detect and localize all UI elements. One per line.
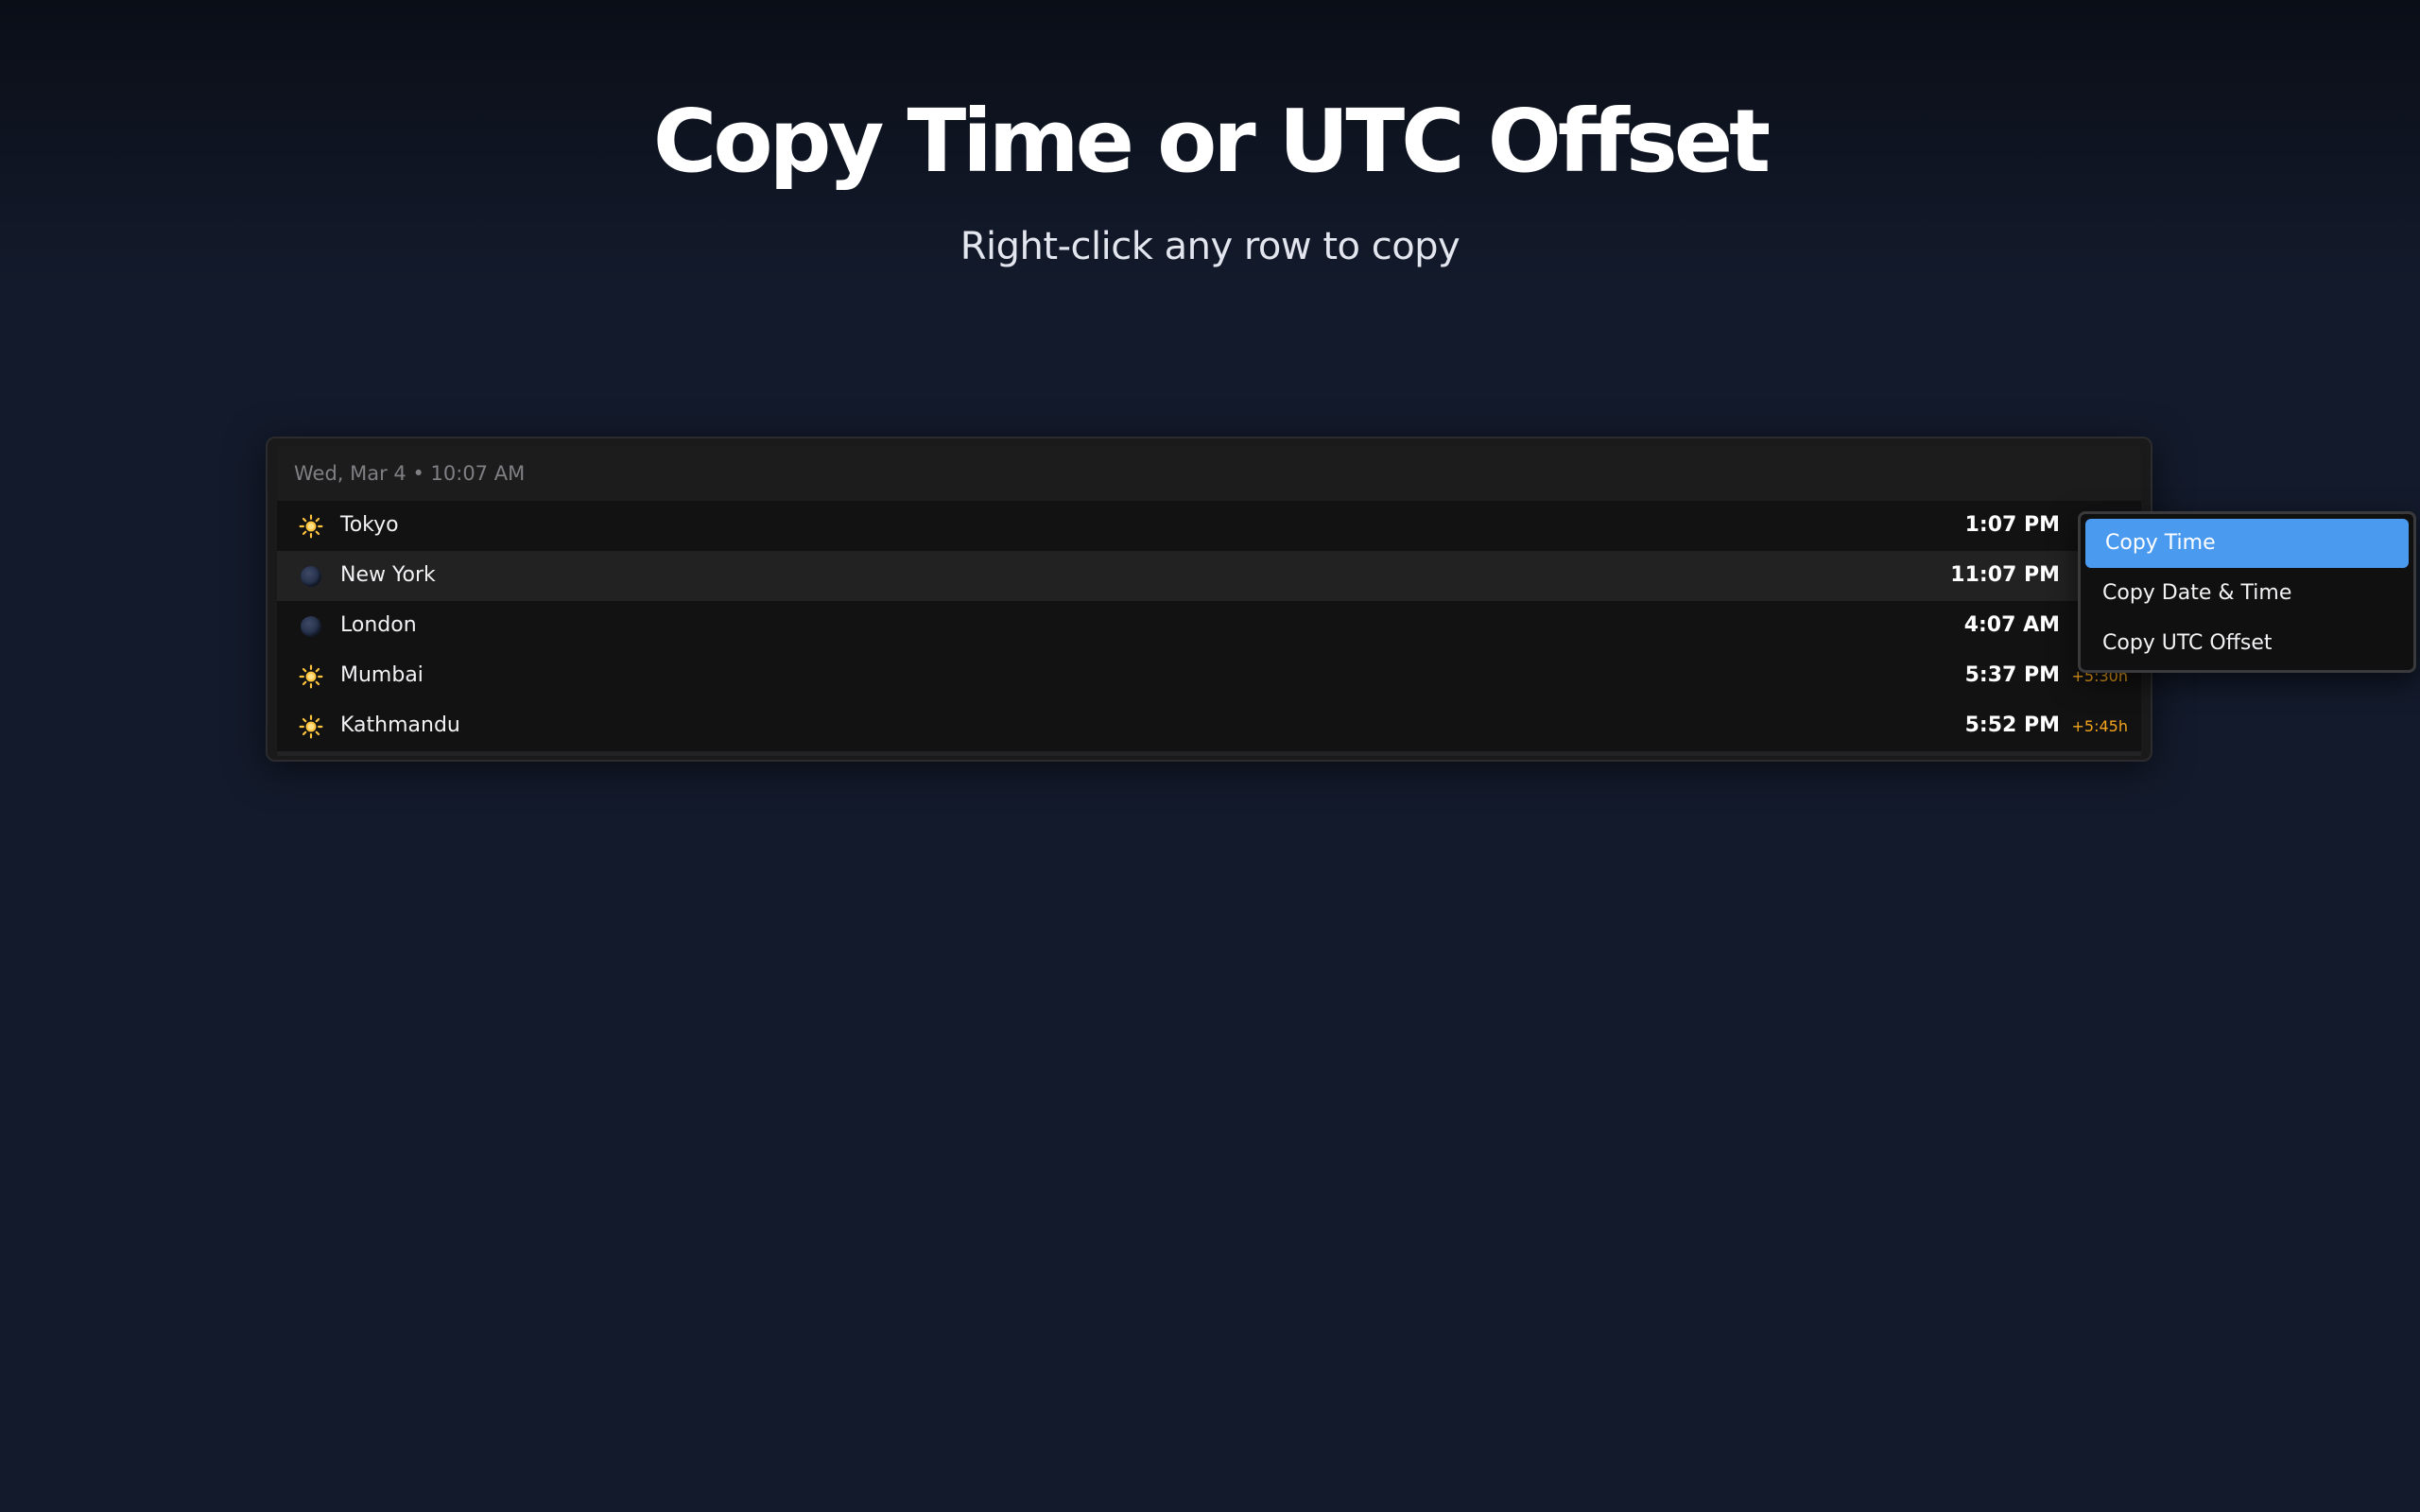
menu-item-copy-time[interactable]: Copy Time <box>2085 519 2409 568</box>
city-time: 4:07 AM <box>1963 613 2060 637</box>
city-name: London <box>340 613 417 637</box>
world-clock-panel: Wed, Mar 4 • 10:07 AM Tokyo 1:07 PM New … <box>266 437 2152 762</box>
moon-icon <box>298 563 324 590</box>
city-row-new-york[interactable]: New York 11:07 PM <box>277 551 2141 601</box>
menu-item-copy-date-time[interactable]: Copy Date & Time <box>2085 569 2409 618</box>
page-title: Copy Time or UTC Offset <box>652 91 1771 192</box>
city-time: 11:07 PM <box>1950 563 2060 587</box>
menu-item-copy-utc-offset[interactable]: Copy UTC Offset <box>2085 619 2409 668</box>
city-name: Mumbai <box>340 663 424 687</box>
utc-offset-badge: +5:45h <box>2071 717 2128 735</box>
sun-icon <box>298 663 324 690</box>
city-row-kathmandu[interactable]: Kathmandu 5:52 PM +5:45h <box>277 701 2141 751</box>
city-row-mumbai[interactable]: Mumbai 5:37 PM +5:30h <box>277 651 2141 701</box>
moon-icon <box>298 613 324 640</box>
city-row-london[interactable]: London 4:07 AM <box>277 601 2141 651</box>
context-menu: Copy Time Copy Date & Time Copy UTC Offs… <box>2078 511 2416 673</box>
current-date-time: Wed, Mar 4 • 10:07 AM <box>294 462 526 485</box>
sun-icon <box>298 513 324 540</box>
page-subtitle: Right-click any row to copy <box>959 225 1461 268</box>
city-time: 1:07 PM <box>1964 513 2060 537</box>
panel-header: Wed, Mar 4 • 10:07 AM <box>277 446 2141 502</box>
city-name: New York <box>340 563 436 587</box>
city-list: Tokyo 1:07 PM New York 11:07 PM London 4… <box>277 501 2141 751</box>
sun-icon <box>298 713 324 740</box>
city-row-tokyo[interactable]: Tokyo 1:07 PM <box>277 501 2141 551</box>
panel-footer <box>277 751 2141 756</box>
city-time: 5:52 PM <box>1964 713 2060 737</box>
city-name: Kathmandu <box>340 713 460 737</box>
city-name: Tokyo <box>340 513 399 537</box>
city-time: 5:37 PM <box>1964 663 2060 687</box>
